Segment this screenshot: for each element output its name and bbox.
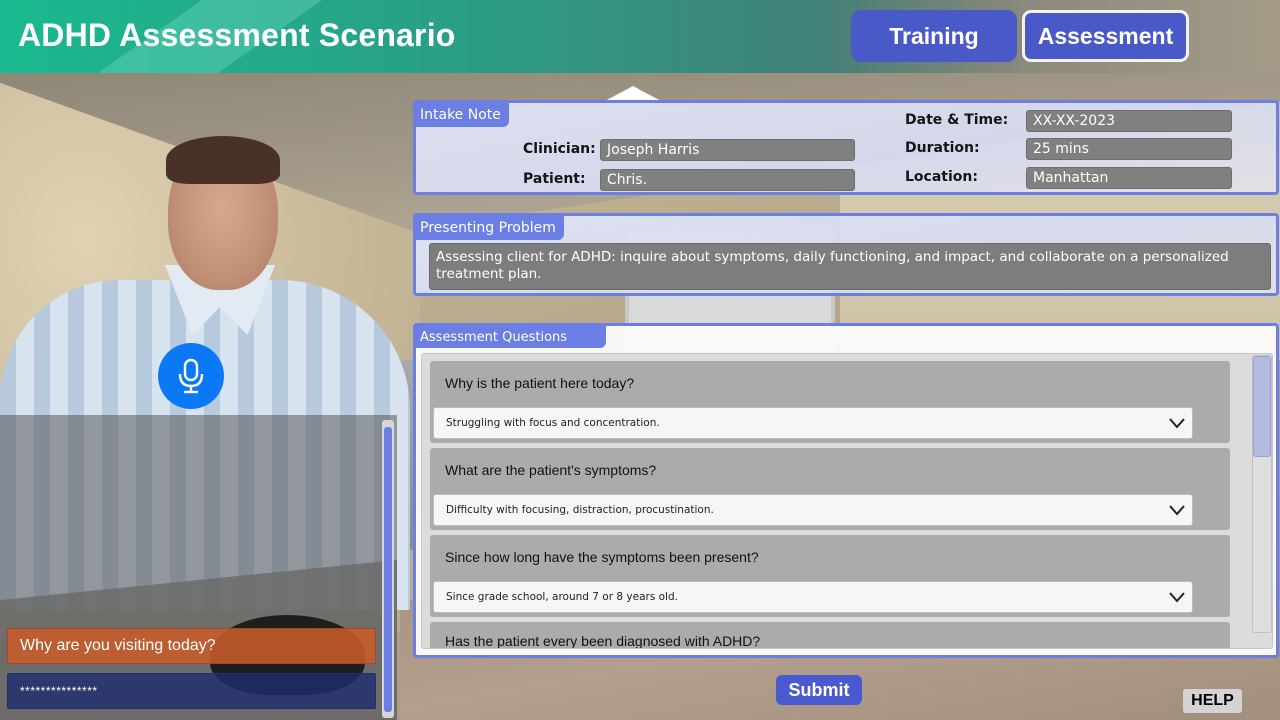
questions-scrollbar-thumb[interactable] bbox=[1253, 356, 1271, 457]
answer-dropdown-value: Struggling with focus and concentration. bbox=[446, 417, 660, 429]
chevron-down-icon bbox=[1169, 505, 1185, 516]
microphone-icon bbox=[178, 358, 204, 394]
question-text: What are the patient's symptoms? bbox=[445, 462, 657, 478]
chevron-down-icon bbox=[1169, 418, 1185, 429]
question-text: Since how long have the symptoms been pr… bbox=[445, 549, 759, 565]
patient-field: Chris. bbox=[600, 169, 855, 191]
clinician-field: Joseph Harris bbox=[600, 139, 855, 161]
duration-field: 25 mins bbox=[1026, 138, 1232, 160]
presenting-problem-panel: Presenting Problem Assessing client for … bbox=[413, 213, 1279, 296]
clinician-row: Clinician: bbox=[523, 141, 596, 157]
question-card: What are the patient's symptoms? Difficu… bbox=[430, 448, 1230, 530]
assessment-questions-panel: Assessment Questions Why is the patient … bbox=[413, 323, 1279, 658]
answer-dropdown[interactable]: Struggling with focus and concentration. bbox=[433, 407, 1193, 439]
answer-dropdown-value: Difficulty with focusing, distraction, p… bbox=[446, 504, 714, 516]
duration-label: Duration: bbox=[905, 140, 980, 156]
app-title: ADHD Assessment Scenario bbox=[18, 17, 456, 53]
location-label: Location: bbox=[905, 169, 978, 185]
microphone-button[interactable] bbox=[158, 343, 224, 409]
date-time-label: Date & Time: bbox=[905, 112, 1009, 128]
assessment-questions-heading: Assessment Questions bbox=[416, 326, 606, 348]
intake-note-panel: Intake Note Clinician: Joseph Harris Pat… bbox=[413, 100, 1279, 195]
patient-response-input[interactable]: *************** bbox=[7, 673, 376, 709]
chat-scrollbar[interactable] bbox=[382, 420, 394, 718]
presenting-problem-text: Assessing client for ADHD: inquire about… bbox=[429, 243, 1271, 290]
question-text: Why is the patient here today? bbox=[445, 375, 635, 391]
patient-hair bbox=[166, 136, 280, 184]
clinician-label: Clinician: bbox=[523, 141, 596, 157]
answer-dropdown[interactable]: Since grade school, around 7 or 8 years … bbox=[433, 581, 1193, 613]
submit-button[interactable]: Submit bbox=[776, 675, 862, 705]
questions-scroll-area[interactable]: Why is the patient here today? Strugglin… bbox=[421, 353, 1273, 649]
presenting-problem-heading: Presenting Problem bbox=[416, 216, 564, 240]
location-field: Manhattan bbox=[1026, 167, 1232, 189]
help-button[interactable]: HELP bbox=[1183, 689, 1242, 713]
duration-row: Duration: bbox=[905, 140, 980, 156]
date-time-row: Date & Time: bbox=[905, 112, 1008, 128]
chat-scrollbar-thumb[interactable] bbox=[384, 427, 392, 712]
clinician-prompt[interactable]: Why are you visiting today? bbox=[7, 628, 376, 664]
location-row: Location: bbox=[905, 169, 978, 185]
tab-training[interactable]: Training bbox=[851, 10, 1017, 62]
patient-row: Patient: bbox=[523, 171, 586, 187]
question-card: Has the patient every been diagnosed wit… bbox=[430, 622, 1230, 649]
answer-dropdown-value: Since grade school, around 7 or 8 years … bbox=[446, 591, 678, 603]
questions-scrollbar[interactable] bbox=[1252, 355, 1272, 633]
tab-assessment[interactable]: Assessment bbox=[1022, 10, 1189, 62]
date-time-field: XX-XX-2023 bbox=[1026, 110, 1232, 132]
question-text: Has the patient every been diagnosed wit… bbox=[445, 633, 761, 649]
intake-note-heading: Intake Note bbox=[416, 103, 509, 127]
chevron-down-icon bbox=[1169, 592, 1185, 603]
answer-dropdown[interactable]: Difficulty with focusing, distraction, p… bbox=[433, 494, 1193, 526]
question-card: Since how long have the symptoms been pr… bbox=[430, 535, 1230, 617]
patient-label: Patient: bbox=[523, 171, 586, 187]
question-card: Why is the patient here today? Strugglin… bbox=[430, 361, 1230, 443]
